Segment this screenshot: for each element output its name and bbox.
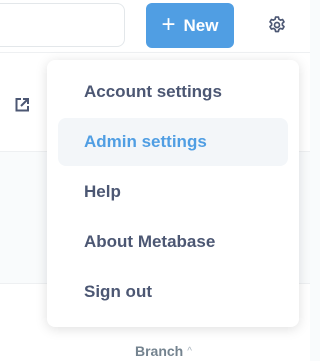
menu-item-label: Sign out [84, 282, 152, 301]
menu-item-sign-out[interactable]: Sign out [58, 268, 288, 316]
settings-button[interactable] [264, 12, 290, 38]
gear-icon [269, 16, 285, 33]
plus-icon: + [161, 10, 176, 38]
new-button-label: New [183, 15, 219, 35]
menu-item-about-metabase[interactable]: About Metabase [58, 218, 288, 266]
menu-item-label: Help [84, 182, 121, 201]
new-button[interactable]: + New [146, 3, 234, 48]
chevron-up-icon: ^ [187, 345, 192, 357]
search-input[interactable] [0, 3, 125, 47]
menu-item-admin-settings[interactable]: Admin settings [58, 118, 288, 166]
top-navigation-bar: + New [0, 0, 310, 52]
column-header-branch[interactable]: Branch ^ [135, 343, 192, 359]
menu-item-label: Admin settings [84, 132, 207, 151]
menu-item-account-settings[interactable]: Account settings [58, 68, 288, 116]
menu-item-help[interactable]: Help [58, 168, 288, 216]
external-link-button[interactable] [13, 96, 31, 114]
menu-item-label: Account settings [84, 82, 222, 101]
settings-menu: Account settings Admin settings Help Abo… [47, 60, 299, 327]
external-link-icon [15, 98, 29, 112]
menu-item-label: About Metabase [84, 232, 216, 251]
column-header-label: Branch [135, 343, 184, 359]
